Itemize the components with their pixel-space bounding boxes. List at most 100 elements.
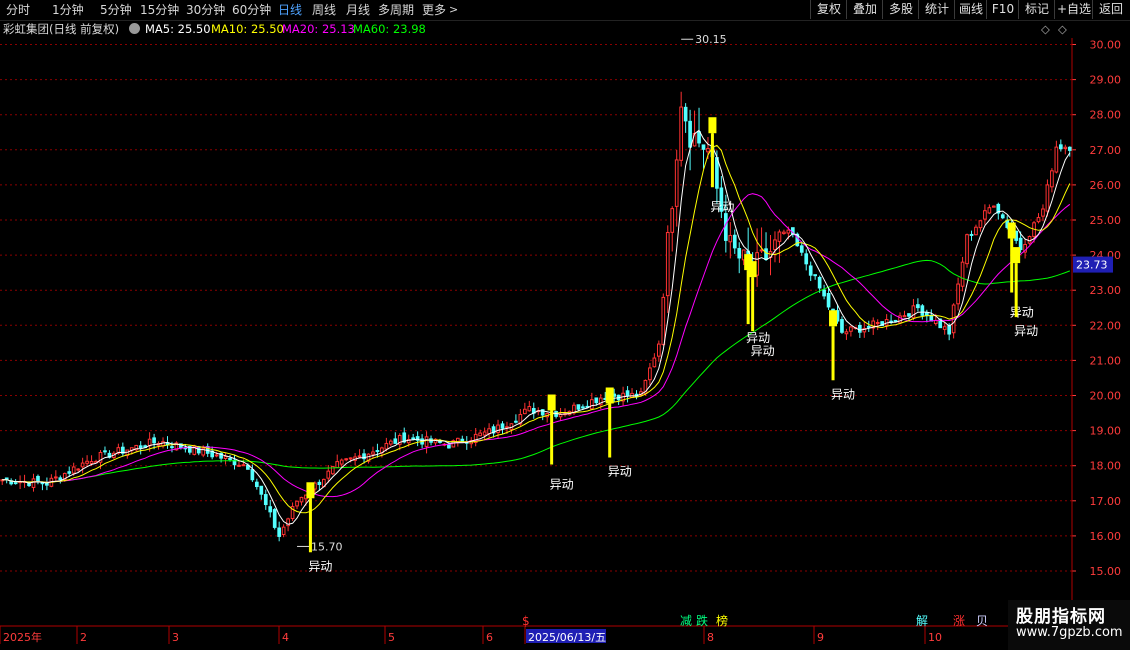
candle-body [522, 408, 527, 415]
signal-label: 异动 [710, 200, 734, 214]
candle-body [496, 424, 500, 434]
more-arrow-icon[interactable]: > [449, 2, 458, 18]
candle-body [987, 207, 992, 214]
period-tab-monthly[interactable]: 月线 [346, 2, 370, 18]
candle-body [965, 234, 969, 265]
candle-body [487, 428, 491, 435]
period-tab-intraday[interactable]: 分时 [6, 2, 30, 18]
candle-body [786, 229, 791, 234]
candle-body [1063, 146, 1068, 150]
candle-body [85, 460, 89, 464]
y-tick-label: 27.00 [1090, 144, 1122, 157]
candle-body [388, 440, 393, 445]
candle-body [339, 459, 344, 465]
candle-body [920, 305, 925, 316]
candle-body [259, 485, 264, 495]
y-tick-label: 26.00 [1090, 179, 1122, 192]
settings-circle-icon[interactable] [129, 23, 140, 34]
candle-body [679, 106, 684, 161]
candle-body [840, 319, 844, 333]
candle-body [808, 265, 813, 276]
watermark-title: 股朋指标网 [1016, 607, 1106, 627]
y-tick-label: 15.00 [1090, 565, 1122, 578]
candle-body [589, 399, 594, 410]
candle-body [799, 245, 804, 253]
multi-stock-button[interactable]: 多股 [882, 0, 919, 19]
diamond-icon[interactable]: ◇ [1041, 20, 1050, 38]
period-tab-multi[interactable]: 多周期 [378, 2, 414, 18]
fuquan-button[interactable]: 复权 [810, 0, 847, 19]
candle-body [844, 331, 849, 335]
signal-bar [306, 482, 315, 499]
candle-body [773, 239, 777, 250]
f10-button[interactable]: F10 [986, 0, 1019, 19]
candle-body [223, 455, 228, 459]
candle-body [625, 390, 630, 397]
candle-body [1045, 184, 1050, 212]
watermark: 股朋指标网 www.7gpzb.com [1008, 600, 1130, 650]
signal-bar [708, 117, 717, 134]
candle-body [942, 326, 947, 330]
candle-body [393, 438, 398, 444]
candle-body [732, 234, 737, 249]
signal-label: 异动 [1014, 324, 1038, 338]
y-tick-label: 18.00 [1090, 460, 1122, 473]
candle-body [683, 106, 688, 122]
candle-body [335, 461, 340, 469]
candle-body [857, 324, 862, 333]
period-tab-5min[interactable]: 5分钟 [100, 2, 132, 18]
candle-body [76, 468, 81, 471]
overlay-button[interactable]: 叠加 [846, 0, 883, 19]
period-tab-weekly[interactable]: 周线 [312, 2, 336, 18]
period-tab-daily[interactable]: 日线 [278, 2, 302, 18]
candle-body [728, 234, 733, 243]
candle-body [978, 220, 983, 229]
statistics-button[interactable]: 统计 [918, 0, 955, 19]
candle-body [103, 450, 107, 453]
period-tab-more[interactable]: 更多 [422, 2, 446, 18]
y-tick-label: 25.00 [1090, 214, 1122, 227]
candle-body [715, 157, 719, 189]
period-tab-60min[interactable]: 60分钟 [232, 2, 271, 18]
y-tick-label: 19.00 [1090, 425, 1122, 438]
candle-body [581, 406, 585, 409]
draw-line-button[interactable]: 画线 [954, 0, 987, 19]
candle-body [277, 527, 282, 537]
signal-label: 异动 [1010, 306, 1034, 320]
candle-body [295, 500, 299, 507]
candle-body [357, 455, 362, 458]
candle-body [241, 464, 246, 467]
collapse-icon[interactable]: ◇ [1058, 20, 1067, 38]
candle-body [138, 445, 143, 449]
signal-label: 异动 [608, 465, 632, 479]
back-button[interactable]: 返回 [1092, 0, 1129, 19]
candle-body [1027, 235, 1032, 244]
candle-body [656, 343, 661, 357]
period-tab-15min[interactable]: 15分钟 [140, 2, 179, 18]
candle-body [1058, 144, 1063, 150]
x-tick-label: 10 [928, 631, 942, 644]
signal-label: 异动 [751, 344, 775, 358]
candle-body [782, 231, 786, 234]
x-tick-label: 2025/06/13/五 [528, 631, 606, 644]
mark-button[interactable]: 标记 [1018, 0, 1055, 19]
signal-bar [1012, 247, 1021, 264]
kline-chart[interactable]: 30.0029.0028.0027.0026.0025.0024.0023.00… [0, 0, 1130, 650]
signal-label: 异动 [831, 387, 855, 401]
candle-body [514, 420, 518, 423]
candle-body [688, 120, 692, 148]
candle-body [228, 457, 232, 460]
add-watchlist-button[interactable]: +自选 [1054, 0, 1093, 19]
candle-body [424, 436, 429, 447]
bottom-marker: 贝 [976, 614, 988, 628]
x-tick-label: 5 [388, 631, 395, 644]
y-tick-label: 17.00 [1090, 495, 1122, 508]
candle-body [1000, 214, 1005, 219]
x-tick-label: 2 [80, 631, 87, 644]
period-tab-1min[interactable]: 1分钟 [52, 2, 84, 18]
period-tab-30min[interactable]: 30分钟 [186, 2, 225, 18]
candle-body [983, 210, 987, 220]
x-tick-label: 4 [282, 631, 289, 644]
candle-body [237, 464, 241, 467]
candle-body [263, 494, 268, 506]
